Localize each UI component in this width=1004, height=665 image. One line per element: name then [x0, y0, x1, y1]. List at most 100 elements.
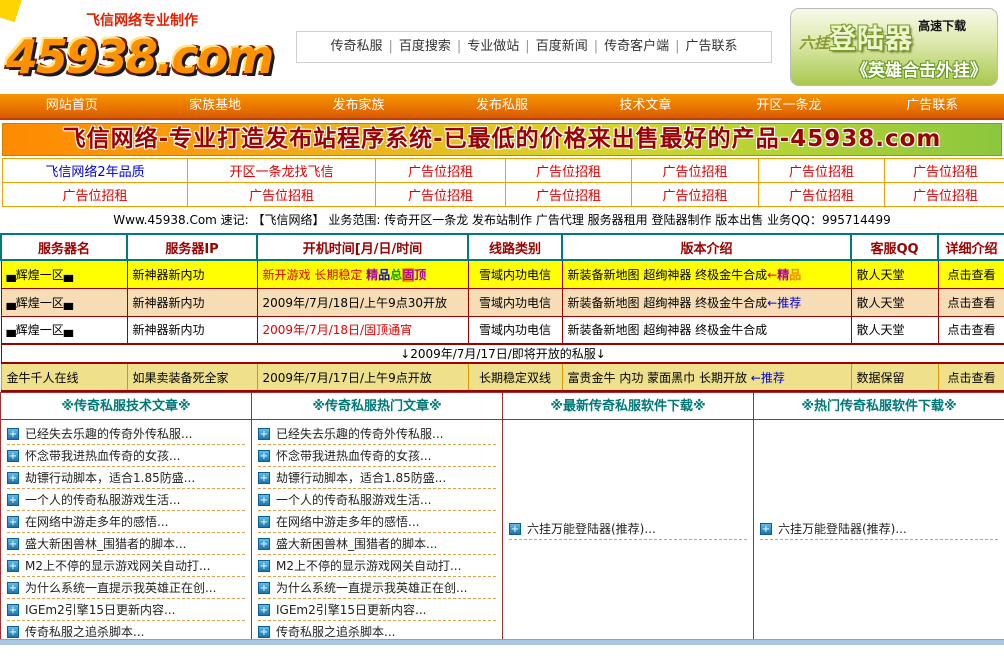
- server-name-cell[interactable]: ▄辉煌一区▄: [1, 316, 127, 344]
- list-item-label: 六挂万能登陆器(推荐)...: [778, 520, 907, 537]
- ad-slot[interactable]: 广告位招租: [376, 159, 506, 183]
- top-header: 飞信网络专业制作 45938.com 传奇私服|百度搜索|专业做站|百度新闻|传…: [0, 0, 1004, 94]
- list-item[interactable]: +M2上不停的显示游戏网关自动打...: [258, 555, 496, 577]
- plus-icon: +: [509, 523, 521, 535]
- list-item[interactable]: +为什么系统一直提示我英雄正在创...: [7, 577, 245, 599]
- ad-slot[interactable]: 广告位招租: [759, 183, 885, 207]
- nav-item[interactable]: 广告联系: [861, 94, 1004, 118]
- ad-slot[interactable]: 广告位招租: [506, 159, 632, 183]
- list-item[interactable]: +传奇私服之追杀脚本...: [7, 621, 245, 639]
- ad-slot[interactable]: 广告位招租: [885, 159, 1004, 183]
- list-item[interactable]: +盛大新困兽林_围猎者的脚本...: [258, 533, 496, 555]
- promo-marquee[interactable]: 飞信网络-专业打造发布站程序系统-已最低的价格来出售最好的产品-45938.co…: [2, 123, 1002, 156]
- list-item[interactable]: +在网络中游走多年的感悟...: [7, 511, 245, 533]
- text-segment: 精: [777, 268, 789, 282]
- top-link[interactable]: 百度新闻: [530, 39, 594, 54]
- nav-item[interactable]: 技术文章: [574, 94, 717, 118]
- list-item[interactable]: +已经失去乐趣的传奇外传私服...: [7, 423, 245, 445]
- column-header: 服务器IP: [127, 234, 257, 260]
- nav-item[interactable]: 发布私服: [430, 94, 573, 118]
- list-item[interactable]: +IGEm2引擎15日更新内容...: [7, 599, 245, 621]
- list-item[interactable]: +传奇私服之追杀脚本...: [258, 621, 496, 639]
- plus-icon: +: [258, 428, 270, 440]
- list-item-label: 盛大新困兽林_围猎者的脚本...: [25, 535, 186, 552]
- list-item[interactable]: +劫镖行动脚本，适合1.85防盛...: [7, 467, 245, 489]
- ad-slot[interactable]: 广告位招租: [188, 183, 376, 207]
- list-item[interactable]: +劫镖行动脚本，适合1.85防盛...: [258, 467, 496, 489]
- bottom-column: ※最新传奇私服软件下载※+六挂万能登陆器(推荐)...: [503, 392, 754, 639]
- server-data-cell: 新开游戏 长期稳定 精品总固顶: [257, 260, 468, 288]
- nav-item[interactable]: 开区一条龙: [717, 94, 860, 118]
- list-item[interactable]: +已经失去乐趣的传奇外传私服...: [258, 423, 496, 445]
- list-item[interactable]: +盛大新困兽林_围猎者的脚本...: [7, 533, 245, 555]
- detail-link-cell[interactable]: 点击查看: [938, 316, 1004, 344]
- list-item-label: 怀念带我进热血传奇的女孩...: [25, 447, 180, 464]
- server-data-cell: 2009年/7月/18日/上午9点30开放: [257, 288, 468, 316]
- ad-slot[interactable]: 广告位招租: [632, 159, 759, 183]
- server-data-cell: 新装备新地图 超绚神器 终极金牛合成←推荐: [562, 288, 851, 316]
- footer-strip: [0, 639, 1004, 645]
- text-segment: 新装备新地图 超绚神器 终极金牛合成: [568, 323, 768, 337]
- server-data-cell: 新神器新内功: [127, 288, 257, 316]
- text-segment: 品: [789, 268, 801, 282]
- top-link[interactable]: 百度搜索: [393, 39, 457, 54]
- list-item-label: IGEm2引擎15日更新内容...: [276, 601, 426, 618]
- server-name-cell[interactable]: ▄辉煌一区▄: [1, 288, 127, 316]
- server-name-cell[interactable]: 金牛千人在线: [1, 363, 127, 391]
- ad-slot[interactable]: 广告位招租: [376, 183, 506, 207]
- ad-slot[interactable]: 开区一条龙找飞信: [188, 159, 376, 183]
- top-link[interactable]: 专业做站: [461, 39, 525, 54]
- ad-slot[interactable]: 广告位招租: [506, 183, 632, 207]
- list-item[interactable]: +六挂万能登陆器(推荐)...: [509, 518, 747, 540]
- top-link[interactable]: 广告联系: [680, 39, 744, 54]
- list-item[interactable]: +怀念带我进热血传奇的女孩...: [7, 445, 245, 467]
- server-data-cell: 2009年/7月/18日/固顶通宵: [257, 316, 468, 344]
- promo-title: 登陆器: [829, 24, 913, 55]
- ad-slot[interactable]: 广告位招租: [885, 183, 1004, 207]
- list-item[interactable]: + 六挂万能登陆器(推荐)...: [760, 518, 998, 540]
- server-row: ▄辉煌一区▄新神器新内功2009年/7月/18日/固顶通宵雪域内功电信新装备新地…: [1, 316, 1004, 344]
- ad-slot[interactable]: 广告位招租: [632, 183, 759, 207]
- list-item[interactable]: +一个人的传奇私服游戏生活...: [7, 489, 245, 511]
- launcher-promo-banner[interactable]: 六挂登陆器 高速下载 《英雄合击外挂》: [790, 8, 998, 86]
- list-item[interactable]: +一个人的传奇私服游戏生活...: [258, 489, 496, 511]
- main-nav: 网站首页家族基地发布家族发布私服技术文章开区一条龙广告联系: [0, 94, 1004, 120]
- plus-icon: +: [258, 472, 270, 484]
- article-list: +已经失去乐趣的传奇外传私服...+怀念带我进热血传奇的女孩...+劫镖行动脚本…: [252, 420, 502, 639]
- logo-tagline: 飞信网络专业制作: [6, 10, 278, 30]
- list-item-label: M2上不停的显示游戏网关自动打...: [25, 557, 210, 574]
- detail-link-cell[interactable]: 点击查看: [938, 363, 1004, 391]
- plus-icon: +: [760, 523, 772, 535]
- list-item[interactable]: +在网络中游走多年的感悟...: [258, 511, 496, 533]
- ad-slot[interactable]: 广告位招租: [759, 159, 885, 183]
- detail-link-cell[interactable]: 点击查看: [938, 260, 1004, 288]
- server-data-cell: 如果卖装备死全家: [127, 363, 257, 391]
- text-segment: 雪域内功电信: [479, 268, 551, 282]
- list-item[interactable]: +怀念带我进热血传奇的女孩...: [258, 445, 496, 467]
- list-item[interactable]: +为什么系统一直提示我英雄正在创...: [258, 577, 496, 599]
- section-title: ※传奇私服热门文章※: [252, 392, 502, 420]
- article-list: + 六挂万能登陆器(推荐)...: [754, 420, 1004, 639]
- top-link[interactable]: 传奇私服: [324, 39, 388, 54]
- list-item-label: 在网络中游走多年的感悟...: [276, 513, 419, 530]
- plus-icon: +: [258, 538, 270, 550]
- text-segment: ▄辉煌一区▄: [7, 323, 73, 337]
- ad-slot[interactable]: 广告位招租: [3, 183, 188, 207]
- list-item[interactable]: +IGEm2引擎15日更新内容...: [258, 599, 496, 621]
- detail-link-cell[interactable]: 点击查看: [938, 288, 1004, 316]
- site-logo[interactable]: 飞信网络专业制作 45938.com: [0, 10, 278, 84]
- column-header: 详细介绍: [938, 234, 1004, 260]
- text-segment: 2009年/7月/18日/固顶通宵: [263, 323, 413, 337]
- list-item[interactable]: +M2上不停的显示游戏网关自动打...: [7, 555, 245, 577]
- top-link[interactable]: 传奇客户端: [598, 39, 675, 54]
- nav-item[interactable]: 家族基地: [143, 94, 286, 118]
- promo-line1: 六挂登陆器 高速下载: [799, 17, 989, 56]
- ad-grid: 飞信网络2年品质开区一条龙找飞信广告位招租广告位招租广告位招租广告位招租广告位招…: [2, 158, 1004, 207]
- nav-item[interactable]: 网站首页: [0, 94, 143, 118]
- server-name-cell[interactable]: ▄辉煌一区▄: [1, 260, 127, 288]
- list-item-label: 在网络中游走多年的感悟...: [25, 513, 168, 530]
- page: 飞信网络专业制作 45938.com 传奇私服|百度搜索|专业做站|百度新闻|传…: [0, 0, 1004, 665]
- list-item-label: 已经失去乐趣的传奇外传私服...: [25, 425, 192, 442]
- ad-slot[interactable]: 飞信网络2年品质: [3, 159, 188, 183]
- nav-item[interactable]: 发布家族: [287, 94, 430, 118]
